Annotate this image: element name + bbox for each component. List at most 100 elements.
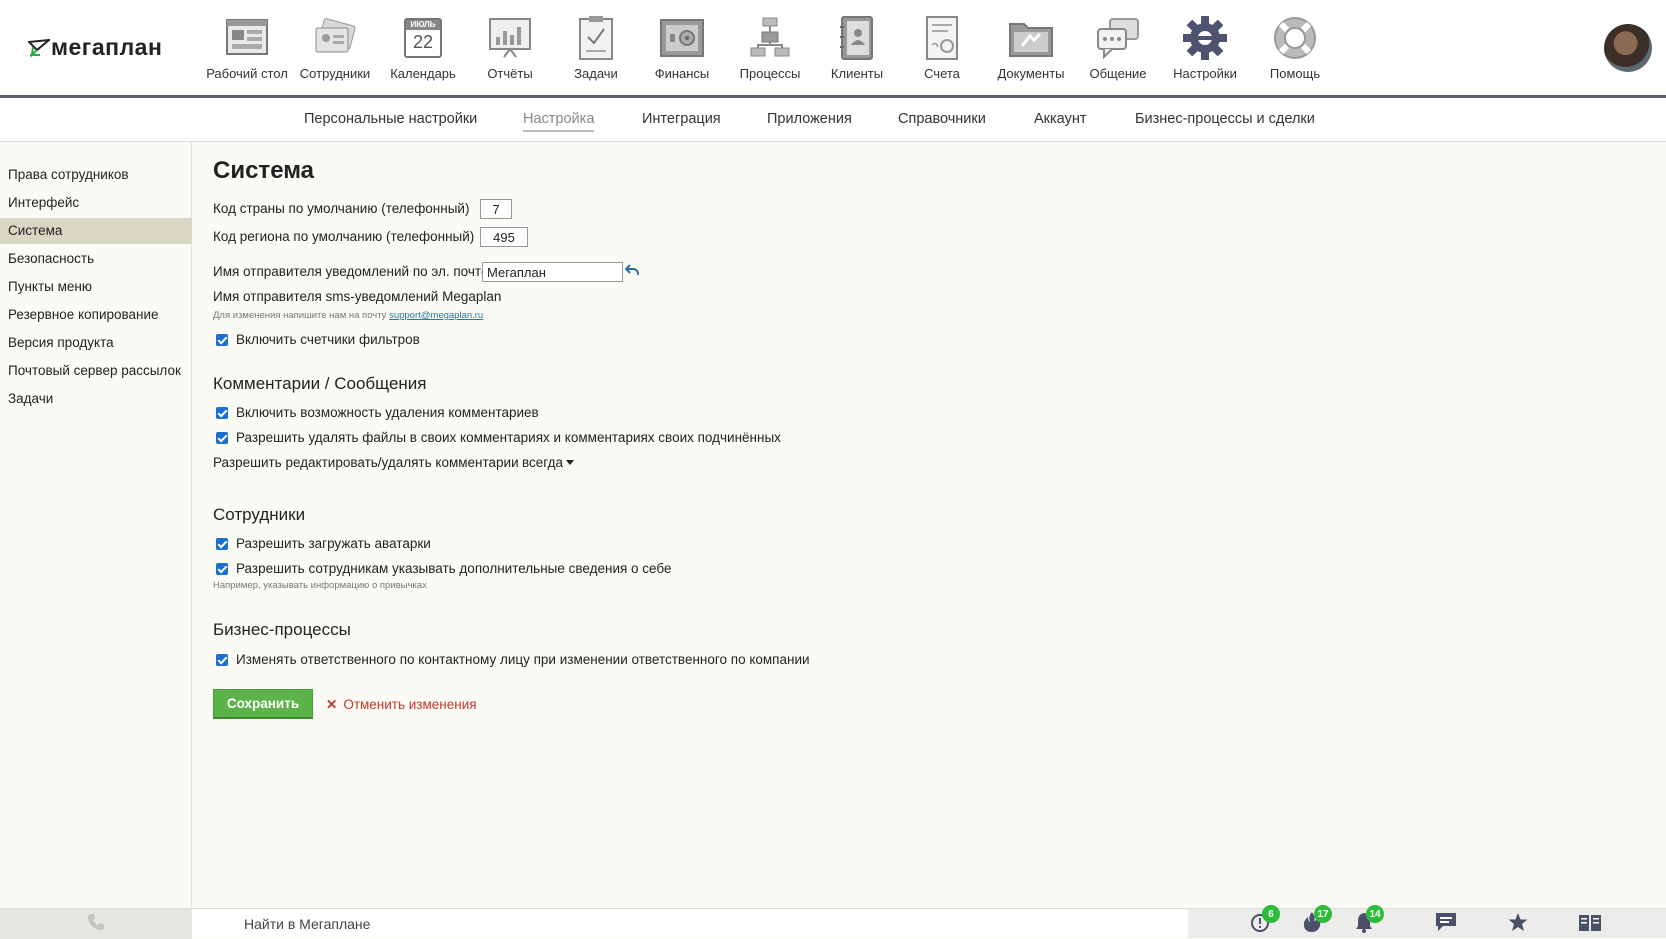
nav-item-help[interactable]: Помощь [1251,12,1339,81]
allow-delete-comments-label: Включить возможность удаления комментари… [236,405,539,420]
alerts-count-badge: 6 [1262,905,1280,923]
allow-delete-comments-checkbox[interactable] [216,406,228,419]
sidebar-item-tasks[interactable]: Задачи [0,386,192,412]
sidebar-item-product-version[interactable]: Версия продукта [0,330,192,356]
edit-comments-dropdown[interactable]: всегда [522,455,574,470]
subnav-directories[interactable]: Справочники [898,111,986,127]
global-search-box[interactable]: Найти в Мегаплане [192,909,1188,938]
desktop-icon [223,12,271,64]
user-avatar[interactable] [1604,24,1652,72]
messages-button[interactable] [1434,912,1458,937]
clients-icon [833,12,881,64]
region-code-label: Код региона по умолчанию (телефонный) [213,229,475,244]
cancel-changes-link[interactable]: ✕ Отменить изменения [326,697,477,713]
change-responsible-checkbox[interactable] [216,653,228,666]
calendar-icon: ИЮЛЬ 22 [399,12,447,64]
sms-sender-label: Имя отправителя sms-уведомлений Megaplan [213,289,502,304]
undo-arrow-icon[interactable] [624,263,639,282]
nav-item-documents[interactable]: Документы [985,12,1077,81]
sidebar-item-interface[interactable]: Интерфейс [0,190,192,216]
phone-button[interactable] [0,909,192,939]
subnav-business-processes[interactable]: Бизнес-процессы и сделки [1135,111,1315,127]
settings-gear-icon [1181,12,1229,64]
subnav-personal-settings[interactable]: Персональные настройки [304,111,477,127]
email-sender-label: Имя отправителя уведомлений по эл. почте [213,264,489,279]
hot-button[interactable]: 17 [1300,905,1332,935]
message-icon [1435,912,1457,937]
logo-text: мегаплан [51,34,163,60]
favorites-button[interactable] [1506,912,1530,937]
help-lifebuoy-icon [1271,12,1319,64]
edit-comments-label: Разрешить редактировать/удалять коммента… [213,455,519,470]
allow-extra-info-label: Разрешить сотрудникам указывать дополнит… [236,561,672,576]
hot-count-badge: 17 [1314,905,1332,923]
allow-extra-info-checkbox[interactable] [216,562,228,575]
alerts-button[interactable]: 6 [1248,905,1280,935]
change-responsible-row[interactable]: Изменять ответственного по контактному л… [216,652,810,667]
nav-item-settings[interactable]: Настройки [1159,12,1251,81]
nav-item-finance[interactable]: Финансы [639,12,725,81]
allow-delete-files-row[interactable]: Разрешить удалять файлы в своих коммента… [216,430,781,445]
nav-item-processes[interactable]: Процессы [725,12,815,81]
logo-paper-plane-icon [26,38,53,58]
tasks-icon [572,12,620,64]
email-sender-input[interactable] [482,262,623,282]
filter-counters-checkbox[interactable] [216,333,228,346]
invoices-icon [918,12,966,64]
allow-avatars-row[interactable]: Разрешить загружать аватарки [216,536,431,551]
sidebar-item-system[interactable]: Система [0,218,192,244]
reports-icon [486,12,534,64]
bp-section-title: Бизнес-процессы [213,620,351,639]
filter-counters-row[interactable]: Включить счетчики фильтров [216,332,420,347]
allow-avatars-label: Разрешить загружать аватарки [236,536,431,551]
change-responsible-label: Изменять ответственного по контактному л… [236,652,810,667]
allow-delete-files-checkbox[interactable] [216,431,228,444]
region-code-input[interactable] [480,227,528,247]
filter-counters-label: Включить счетчики фильтров [236,332,420,347]
subnav-integration[interactable]: Интеграция [642,111,721,127]
nav-item-reports[interactable]: Отчёты [467,12,553,81]
nav-item-invoices[interactable]: Счета [899,12,985,81]
notifications-button[interactable]: 14 [1352,905,1384,935]
allow-delete-comments-row[interactable]: Включить возможность удаления комментари… [216,405,539,420]
processes-icon [746,12,794,64]
allow-avatars-checkbox[interactable] [216,537,228,550]
nav-item-employees[interactable]: Сотрудники [291,12,379,81]
nav-item-tasks[interactable]: Задачи [553,12,639,81]
save-button[interactable]: Сохранить [213,689,313,719]
knowledge-base-button[interactable] [1578,913,1602,935]
page-title: Система [213,157,315,184]
comments-section-title: Комментарии / Сообщения [213,374,427,393]
country-code-label: Код страны по умолчанию (телефонный) [213,201,470,216]
employees-icon [311,12,359,64]
notifications-count-badge: 14 [1366,905,1384,923]
top-navigation-bar: мегаплан Рабочий стол Сотрудники ИЮЛЬ 22… [0,0,1666,98]
chevron-down-icon [565,460,574,465]
search-input[interactable]: Найти в Мегаплане [244,916,370,932]
settings-subnav: Персональные настройки Настройка Интегра… [0,98,1666,142]
sidebar-item-security[interactable]: Безопасность [0,246,192,272]
sidebar-item-mail-server[interactable]: Почтовый сервер рассылок [0,358,192,384]
nav-item-clients[interactable]: Клиенты [815,12,899,81]
bottom-bar: Найти в Мегаплане 6 17 14 [0,905,1666,939]
subnav-setup[interactable]: Настройка [523,111,595,132]
allow-extra-info-row[interactable]: Разрешить сотрудникам указывать дополнит… [216,561,672,576]
extra-info-hint: Например, указывать информацию о привычк… [213,580,427,591]
subnav-account[interactable]: Аккаунт [1034,111,1086,127]
country-code-input[interactable] [480,199,512,219]
sidebar-item-employee-rights[interactable]: Права сотрудников [0,162,192,188]
close-icon: ✕ [326,697,338,712]
megaplan-logo[interactable]: мегаплан [26,34,163,61]
finance-icon [658,12,706,64]
sidebar-item-menu-items[interactable]: Пункты меню [0,274,192,300]
support-email-link[interactable]: support@megaplan.ru [389,310,483,321]
nav-item-desktop[interactable]: Рабочий стол [203,12,291,81]
sidebar-item-backup[interactable]: Резервное копирование [0,302,192,328]
phone-icon [86,912,106,937]
subnav-applications[interactable]: Приложения [767,111,852,127]
nav-item-calendar[interactable]: ИЮЛЬ 22 Календарь [379,12,467,81]
nav-item-chat[interactable]: Общение [1077,12,1159,81]
star-icon [1507,912,1529,937]
sms-sender-hint: Для изменения напишите нам на почту supp… [213,310,484,321]
employees-section-title: Сотрудники [213,505,306,524]
